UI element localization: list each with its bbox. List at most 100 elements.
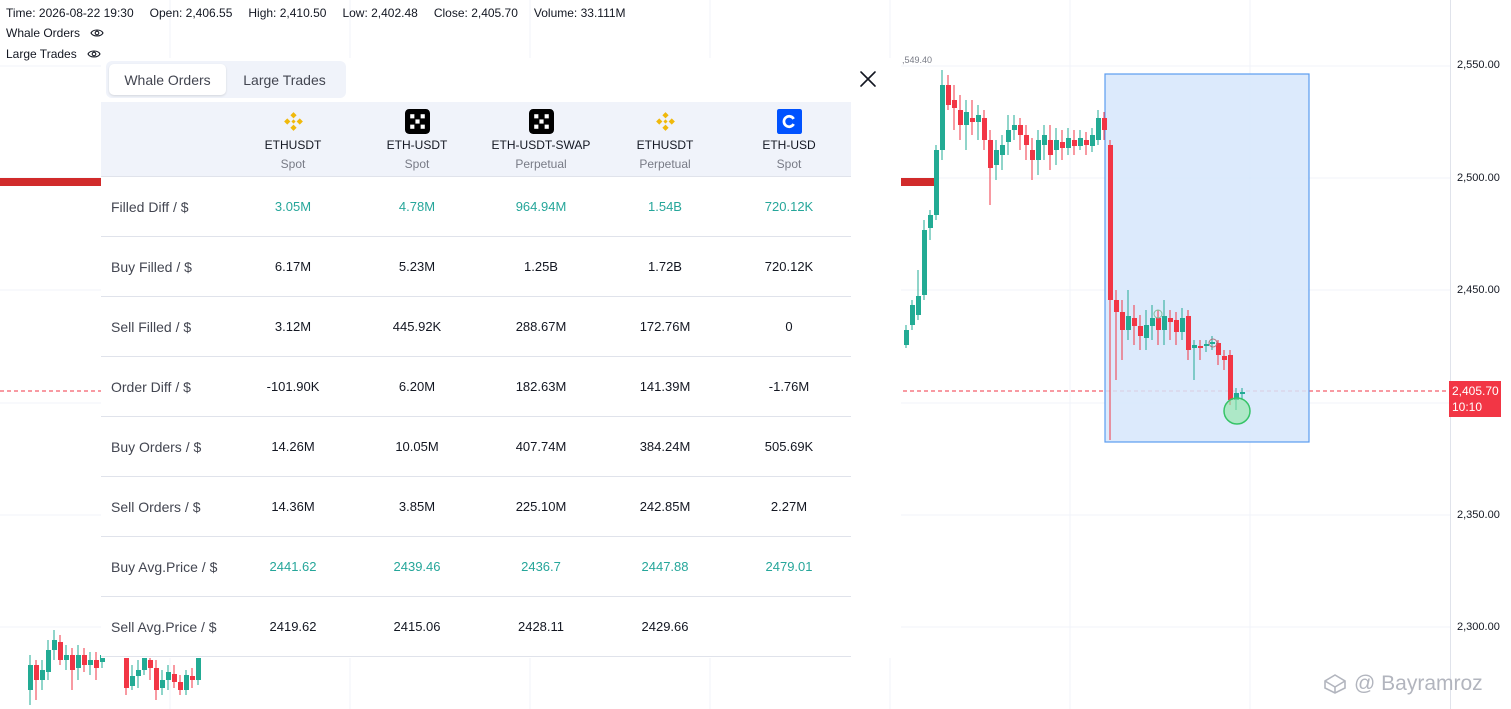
column-symbol: ETHUSDT — [636, 138, 694, 152]
table-cell: 384.24M — [639, 439, 691, 454]
table-cell: 182.63M — [515, 379, 567, 394]
volume-readout: Volume: 33.111M — [533, 6, 626, 20]
table-cell: 6.20M — [398, 379, 436, 394]
candle-body — [940, 85, 945, 150]
price-tick: 2,300.00 — [1457, 621, 1500, 633]
column-type: Spot — [404, 157, 430, 171]
eye-icon[interactable] — [90, 28, 104, 38]
table-cell: 2428.11 — [517, 619, 565, 634]
candle-body — [1096, 118, 1101, 140]
row-label: Buy Orders / $ — [111, 438, 202, 455]
coinbase-icon — [776, 109, 802, 134]
panel-tabs: Whale Orders Large Trades — [106, 61, 346, 98]
tab-large-trades[interactable]: Large Trades — [226, 64, 343, 95]
header-spacer — [101, 102, 231, 176]
candle-body — [178, 682, 183, 690]
table-cell: 2415.06 — [393, 619, 441, 634]
candle-body — [142, 658, 147, 670]
candle-body — [1138, 326, 1143, 336]
candle-body — [58, 642, 63, 660]
candle-body — [130, 676, 135, 686]
candle-body — [28, 665, 33, 690]
candle-body — [1180, 318, 1185, 332]
table-cell: 3.05M — [274, 199, 312, 214]
candle-body — [1066, 138, 1071, 148]
table-cell: 407.74M — [515, 439, 567, 454]
candle-body — [1228, 355, 1233, 400]
candle-body — [46, 650, 51, 672]
candle-body — [52, 640, 57, 650]
indicator-large-trades[interactable]: Large Trades — [6, 47, 101, 61]
table-cell: 10.05M — [395, 439, 439, 454]
table-cell: 172.76M — [639, 319, 691, 334]
candle-body — [40, 670, 45, 680]
candle-body — [1156, 318, 1161, 330]
row-label: Sell Avg.Price / $ — [111, 618, 217, 635]
column-type: Perpetual — [639, 157, 691, 171]
column-header: ETHUSDT Spot — [231, 102, 355, 176]
price-tick: 2,500.00 — [1457, 172, 1500, 184]
candle-body — [1240, 392, 1245, 394]
table-row: Buy Orders / $ 14.26M 10.05M 407.74M 384… — [101, 417, 851, 477]
column-header: ETH-USD Spot — [727, 102, 851, 176]
whale-order-bar — [901, 178, 935, 186]
candle-body — [1162, 316, 1167, 330]
candle-body — [1006, 130, 1011, 142]
candle-body — [1102, 118, 1107, 130]
table-row: Sell Orders / $ 14.36M 3.85M 225.10M 242… — [101, 477, 851, 537]
table-cell: 2.27M — [770, 499, 808, 514]
table-cell: 1.72B — [648, 259, 682, 274]
binance-icon — [655, 112, 675, 131]
column-header: ETH-USDT Spot — [355, 102, 479, 176]
table-cell: 2441.62 — [269, 559, 317, 574]
close-icon[interactable] — [857, 68, 879, 90]
row-label: Filled Diff / $ — [111, 198, 189, 215]
row-label: Sell Filled / $ — [111, 318, 192, 335]
candle-body — [1000, 145, 1005, 155]
candle-body — [1078, 138, 1083, 146]
eye-icon[interactable] — [87, 49, 101, 59]
column-symbol: ETH-USDT — [386, 138, 448, 152]
candle-body — [1054, 140, 1059, 150]
candle-body — [34, 665, 39, 680]
candle-body — [64, 655, 69, 660]
watermark: @ Bayramroz — [1322, 672, 1483, 696]
indicator-whale-orders[interactable]: Whale Orders — [6, 26, 104, 40]
candle-body — [910, 305, 915, 325]
time-readout: Time: 2026-08-22 19:30 — [6, 6, 134, 20]
table-cell: 2439.46 — [393, 559, 441, 574]
candle-body — [1144, 325, 1149, 338]
candle-body — [1036, 140, 1041, 160]
table-row: Sell Avg.Price / $ 2419.62 2415.06 2428.… — [101, 597, 851, 657]
row-label: Sell Orders / $ — [111, 498, 201, 515]
candle-body — [172, 674, 177, 682]
candle-body — [184, 675, 189, 690]
indicator-label: Large Trades — [6, 47, 77, 61]
tab-whale-orders[interactable]: Whale Orders — [109, 64, 226, 95]
candle-body — [1174, 320, 1179, 332]
candle-body — [1150, 318, 1155, 326]
column-type: Spot — [280, 157, 306, 171]
candle-body — [148, 660, 153, 668]
table-cell: 5.23M — [398, 259, 436, 274]
candle-body — [994, 150, 999, 165]
candle-body — [166, 672, 171, 680]
candle-body — [1132, 318, 1137, 326]
candle-body — [1084, 140, 1089, 145]
okx-icon — [528, 109, 554, 134]
table-cell: 0 — [785, 319, 793, 334]
table-cell: 2447.88 — [641, 559, 689, 574]
whale-orders-table: ETHUSDT Spot ETH-USDT Spot ETH-USDT-SWAP… — [101, 102, 851, 657]
whale-order-bar — [0, 178, 101, 186]
candle-body — [976, 115, 981, 122]
candle-body — [922, 230, 927, 295]
current-price: 2,405.70 — [1452, 384, 1499, 398]
watermark-text: @ Bayramroz — [1354, 672, 1483, 695]
table-cell: 6.17M — [274, 259, 312, 274]
column-type: Spot — [776, 157, 802, 171]
price-axis[interactable] — [1450, 0, 1511, 709]
column-symbol: ETH-USDT-SWAP — [491, 138, 591, 152]
current-price-tag: 2,405.70 10:10 — [1449, 381, 1501, 417]
ohlc-info-bar: Time: 2026-08-22 19:30 Open: 2,406.55 Hi… — [6, 6, 626, 20]
candle-body — [124, 655, 129, 688]
